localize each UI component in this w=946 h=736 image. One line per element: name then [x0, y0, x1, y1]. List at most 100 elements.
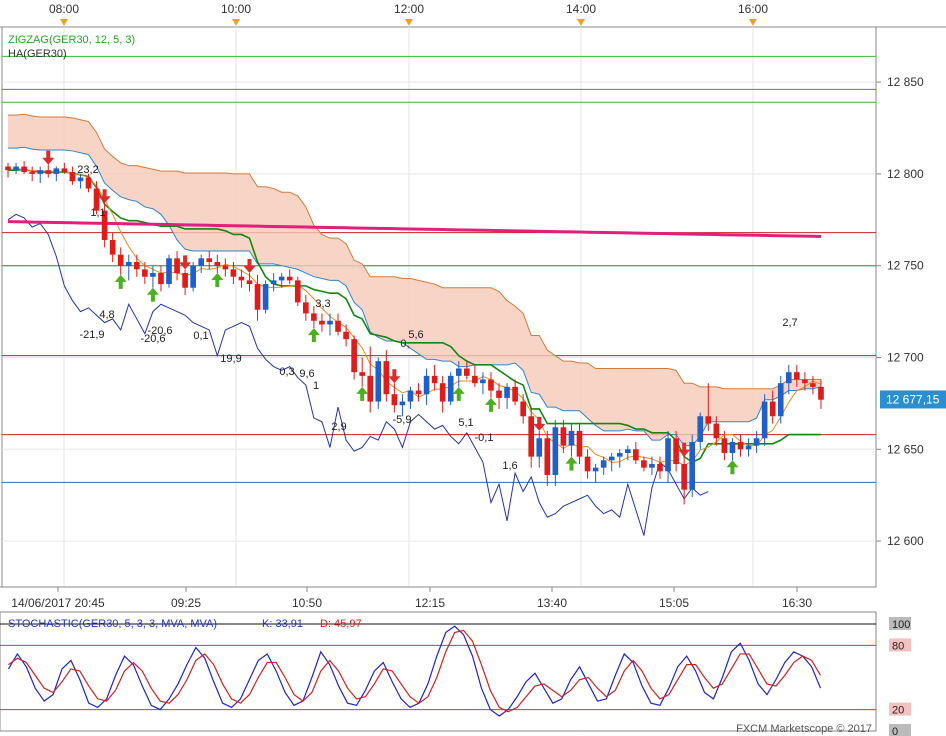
y-tick-label: 12 650 — [887, 442, 924, 456]
candle-body — [190, 265, 196, 288]
candle-body — [568, 430, 575, 446]
time-marker-icon — [60, 19, 68, 26]
candle-body — [391, 394, 398, 406]
candle-body — [311, 313, 317, 321]
value-label: 5,6 — [408, 329, 423, 341]
top-time-label: 14:00 — [566, 2, 596, 16]
candle-body — [528, 416, 535, 457]
stoch-tick-label: 20 — [892, 705, 904, 717]
candle-body — [753, 438, 760, 446]
candle-body — [29, 172, 35, 174]
candle-body — [61, 168, 68, 173]
candle-body — [5, 166, 11, 171]
candle-body — [423, 375, 430, 395]
candle-body — [464, 368, 470, 376]
candle-body — [294, 280, 301, 303]
candle-body — [649, 463, 655, 468]
candle-body — [399, 401, 406, 406]
candle-body — [641, 460, 647, 468]
candle-body — [238, 276, 245, 281]
candle-body — [608, 456, 615, 461]
bottom-time-label: 16:30 — [782, 596, 812, 610]
candle-body — [802, 379, 808, 384]
candle-body — [472, 375, 478, 384]
candle-body — [705, 416, 712, 424]
candle-body — [665, 438, 671, 472]
time-marker-icon — [577, 19, 585, 26]
value-label: -5,9 — [393, 414, 412, 426]
value-label: 3,3 — [315, 298, 330, 310]
value-label: 2,7 — [782, 317, 797, 329]
candle-body — [552, 427, 559, 475]
candle-body — [13, 166, 19, 171]
candle-body — [560, 427, 567, 446]
candle-body — [383, 361, 390, 395]
candle-body — [182, 273, 188, 288]
candle-body — [785, 372, 792, 384]
bottom-time-label: 15:05 — [659, 596, 689, 610]
candle-body — [810, 383, 816, 387]
candle-body — [69, 172, 76, 182]
stoch-tick-label: 80 — [892, 640, 904, 652]
candle-body — [37, 170, 44, 174]
y-tick-label: 12 800 — [887, 167, 924, 181]
time-marker-icon — [749, 19, 757, 26]
candle-body — [367, 375, 374, 402]
stoch-d-label: D: 45,97 — [320, 618, 362, 630]
y-tick-label: 12 750 — [887, 259, 924, 273]
candle-body — [254, 284, 261, 310]
value-label: 0,1 — [193, 330, 208, 342]
candle-body — [488, 379, 494, 391]
value-label: 0,3 — [279, 366, 294, 378]
candle-body — [375, 361, 382, 402]
candle-body — [504, 386, 510, 398]
candle-body — [286, 276, 293, 281]
candle-body — [697, 416, 704, 442]
candle-body — [480, 379, 486, 384]
candle-body — [166, 258, 172, 285]
candle-body — [206, 258, 213, 263]
stoch-tick-label: 0 — [892, 726, 898, 736]
candle-body — [616, 452, 623, 457]
y-tick-label: 12 700 — [887, 350, 924, 364]
candle-body — [303, 302, 309, 314]
candle-body — [278, 276, 285, 281]
candle-body — [359, 372, 365, 376]
current-price-label: 12 677,15 — [886, 392, 940, 406]
stoch-k-label: K: 33,91 — [262, 618, 303, 630]
candle-body — [85, 177, 92, 189]
candle-body — [584, 456, 591, 472]
candle-body — [77, 177, 84, 182]
copyright-label: FXCM Marketscope © 2017 — [736, 723, 872, 735]
candle-body — [351, 339, 357, 373]
candle-body — [21, 166, 27, 173]
chart-svg: 08:00 10:00 12:00 14:00 16:00 12 850 12 800 12 … — [0, 2, 946, 736]
candle-body — [673, 438, 679, 464]
value-label: 2,9 — [331, 421, 346, 433]
candle-body — [769, 401, 776, 417]
top-time-label: 08:00 — [49, 2, 79, 16]
candle-body — [246, 280, 253, 285]
candle-body — [592, 467, 599, 472]
candle-body — [415, 390, 422, 395]
value-label: 1,6 — [502, 460, 517, 472]
candle-body — [761, 401, 768, 439]
candle-body — [447, 375, 454, 402]
candle-body — [327, 320, 333, 325]
candle-body — [45, 170, 52, 174]
candle-body — [512, 386, 518, 402]
candle-body — [150, 273, 156, 277]
candle-body — [214, 262, 221, 266]
stoch-title: STOCHASTIC(GER30, 5, 3, 3, MVA, MVA) — [8, 618, 217, 630]
candle-body — [174, 258, 180, 274]
stoch-tick-label: 100 — [892, 619, 910, 631]
top-time-label: 10:00 — [221, 2, 251, 16]
candle-body — [222, 265, 229, 270]
candle-body — [117, 254, 124, 266]
candle-body — [713, 423, 720, 439]
bottom-time-label: 10:50 — [292, 596, 322, 610]
candle-body — [657, 463, 663, 472]
value-label: 1,1 — [90, 207, 105, 219]
candle-body — [431, 375, 438, 384]
candle-body — [230, 269, 237, 277]
